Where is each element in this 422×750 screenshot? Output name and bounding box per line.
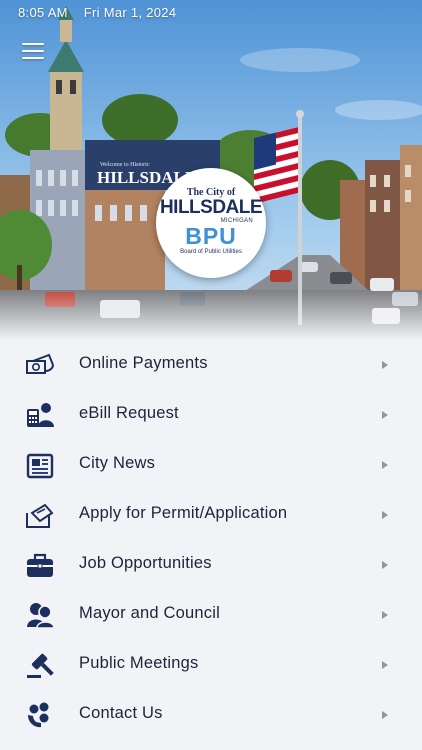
logo-line-hillsdale: HILLSDALE xyxy=(159,197,263,218)
menu-item-label: eBill Request xyxy=(79,404,179,422)
menu-item-label: Public Meetings xyxy=(79,654,199,672)
city-logo: The City of HILLSDALE MICHIGAN BPU Board… xyxy=(156,168,266,278)
chevron-right-icon xyxy=(382,411,388,419)
menu-item-label: Apply for Permit/Application xyxy=(79,504,288,522)
menu-item-public-meetings[interactable]: Public Meetings xyxy=(0,640,422,690)
logo-line-bpu: BPU xyxy=(185,223,237,249)
chevron-right-icon xyxy=(382,561,388,569)
payment-icon xyxy=(26,353,54,374)
chevron-right-icon xyxy=(382,461,388,469)
briefcase-icon xyxy=(27,553,53,577)
menu-item-label: Job Opportunities xyxy=(79,554,212,572)
chevron-right-icon xyxy=(382,711,388,719)
menu-item-apply-permit[interactable]: Apply for Permit/Application xyxy=(0,490,422,540)
menu-item-city-news[interactable]: City News xyxy=(0,440,422,490)
menu-item-label: Mayor and Council xyxy=(79,604,220,622)
hamburger-menu-icon[interactable] xyxy=(22,43,44,59)
gavel-icon xyxy=(27,653,54,678)
permit-icon xyxy=(26,503,54,528)
chevron-right-icon xyxy=(382,661,388,669)
chevron-right-icon xyxy=(382,611,388,619)
menu-item-label: City News xyxy=(79,454,156,472)
chevron-right-icon xyxy=(382,511,388,519)
status-time: 8:05 AM xyxy=(18,5,68,20)
menu-item-contact-us[interactable]: Contact Us xyxy=(0,690,422,740)
chevron-right-icon xyxy=(382,361,388,369)
status-bar: 8:05 AM Fri Mar 1, 2024 xyxy=(18,5,176,20)
status-date: Fri Mar 1, 2024 xyxy=(83,5,177,20)
main-menu: Online Payments eBill Request City News … xyxy=(0,340,422,740)
newspaper-icon xyxy=(26,453,54,479)
menu-item-label: Online Payments xyxy=(79,354,208,372)
menu-item-online-payments[interactable]: Online Payments xyxy=(0,340,422,390)
ebill-icon xyxy=(27,403,54,427)
menu-item-job-opportunities[interactable]: Job Opportunities xyxy=(0,540,422,590)
contact-icon xyxy=(28,702,49,728)
logo-line-board: Board of Public Utilities xyxy=(180,249,242,255)
menu-item-ebill-request[interactable]: eBill Request xyxy=(0,390,422,440)
people-icon xyxy=(27,603,55,629)
menu-item-label: Contact Us xyxy=(79,704,163,722)
menu-item-mayor-council[interactable]: Mayor and Council xyxy=(0,590,422,640)
